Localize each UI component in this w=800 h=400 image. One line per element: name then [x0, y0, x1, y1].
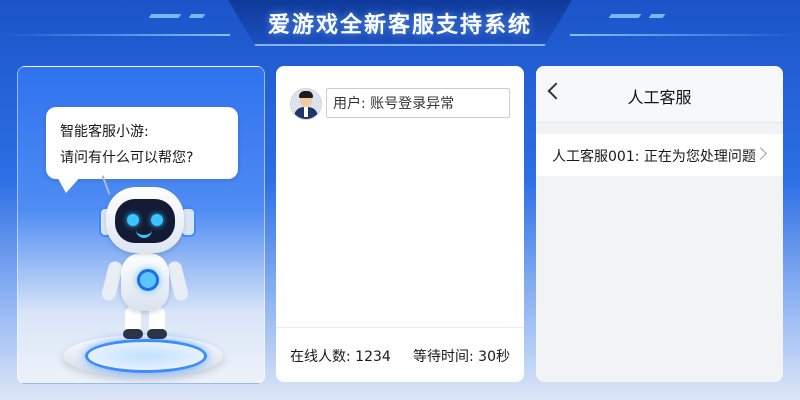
app-header: 爱游戏全新客服支持系统 [0, 0, 800, 52]
user-chat-panel: 在线人数: 1234 等待时间: 30秒 [276, 66, 524, 382]
wait-time: 等待时间: 30秒 [413, 349, 510, 365]
robot-core-light [137, 269, 159, 291]
agent-panel-header: 人工客服 [536, 66, 783, 123]
robot-foot [147, 329, 167, 339]
agent-list-item[interactable]: 人工客服001: 正在为您处理问题 [536, 134, 783, 176]
greeting-bubble: 智能客服小游: 请问有什么可以帮您? [46, 107, 238, 179]
robot-eye [151, 214, 163, 226]
greeting-line-1: 智能客服小游: [60, 124, 149, 140]
agent-panel-title: 人工客服 [627, 88, 692, 107]
agent-status-label: 人工客服001: 正在为您处理问题 [552, 149, 756, 165]
online-count: 在线人数: 1234 [290, 349, 391, 365]
robot-foot [123, 329, 143, 339]
user-query-input[interactable] [326, 88, 510, 118]
avatar-tie [304, 107, 308, 117]
robot-arm [166, 259, 190, 303]
avatar-hair [299, 91, 313, 98]
robot-eye [127, 214, 139, 226]
chevron-right-icon [754, 147, 767, 160]
robot-illustration [63, 175, 223, 382]
user-avatar-icon [290, 88, 322, 120]
page-title: 爱游戏全新客服支持系统 [267, 13, 532, 38]
queue-stats-bar: 在线人数: 1234 等待时间: 30秒 [276, 327, 524, 382]
human-agent-panel: 人工客服 人工客服001: 正在为您处理问题 [536, 66, 783, 382]
robot-platform-ring [85, 339, 207, 373]
ai-assistant-panel: 智能客服小游: 请问有什么可以帮您? [17, 66, 265, 384]
greeting-line-2: 请问有什么可以帮您? [60, 150, 194, 166]
